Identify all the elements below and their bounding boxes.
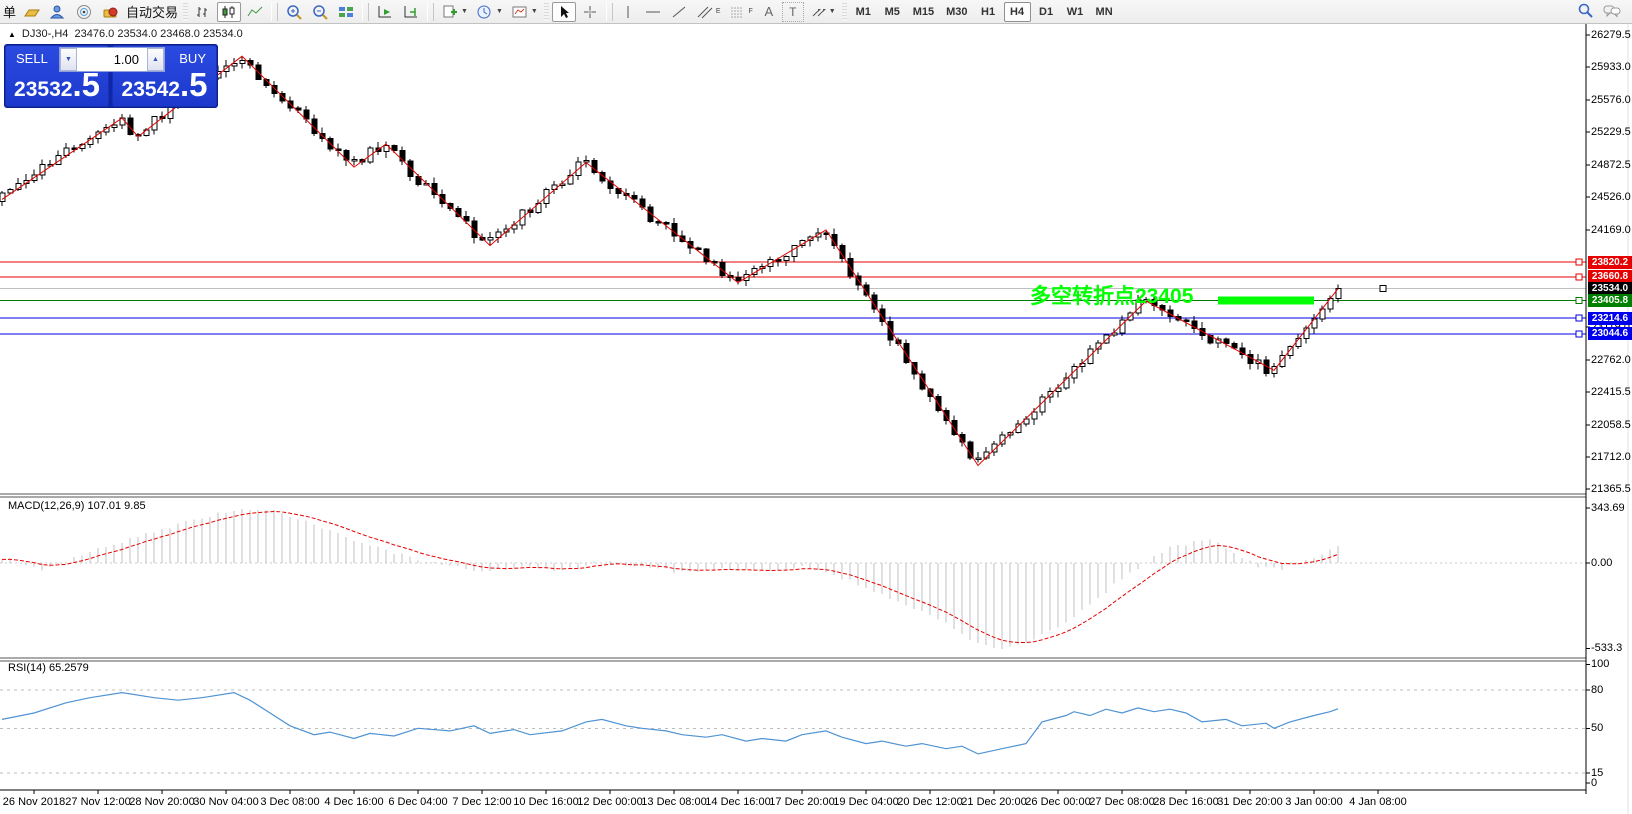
price-tag-23405.8: 23405.8 xyxy=(1588,294,1632,307)
price-axis-label: 22415.5 xyxy=(1591,386,1632,399)
time-axis-label: 26 Nov 2018 xyxy=(3,796,65,808)
price-axis-label: 21712.0 xyxy=(1591,451,1632,464)
time-axis-label: 27 Nov 12:00 xyxy=(65,796,130,808)
collapse-marker-icon[interactable]: ▲ xyxy=(8,30,16,39)
price-axis-label: 25576.0 xyxy=(1591,94,1632,107)
time-axis-label: 7 Dec 12:00 xyxy=(452,796,511,808)
time-axis-label: 14 Dec 16:00 xyxy=(705,796,770,808)
macd-histogram xyxy=(2,509,1338,649)
chart-title: ▲ DJ30-,H4 23476.0 23534.0 23468.0 23534.… xyxy=(8,28,243,40)
line-anchor-handle[interactable] xyxy=(1576,315,1582,321)
green-trend-segment[interactable] xyxy=(1218,296,1314,304)
rsi-axis-label: 50 xyxy=(1591,722,1632,735)
price-axis-label: 22762.0 xyxy=(1591,354,1632,367)
rsi-axis-label: 100 xyxy=(1591,658,1632,671)
time-axis-label: 28 Dec 16:00 xyxy=(1153,796,1218,808)
price-tag-23820.2: 23820.2 xyxy=(1588,256,1632,269)
price-axis-label: 24526.0 xyxy=(1591,191,1632,204)
zigzag-indicator-line[interactable] xyxy=(2,56,1338,465)
time-axis-label: 4 Dec 16:00 xyxy=(324,796,383,808)
mt4-window: 单 自动交易 xyxy=(0,0,1632,814)
time-axis-label: 30 Nov 04:00 xyxy=(193,796,258,808)
time-axis-label: 31 Dec 20:00 xyxy=(1217,796,1282,808)
price-axis-label: 26279.5 xyxy=(1591,29,1632,42)
rsi-axis-label: 0 xyxy=(1591,777,1632,790)
volume-increase-button[interactable]: ▲ xyxy=(147,48,164,71)
volume-input[interactable]: 1.00 xyxy=(77,48,147,71)
time-axis-label: 12 Dec 00:00 xyxy=(577,796,642,808)
time-axis-label: 6 Dec 04:00 xyxy=(388,796,447,808)
macd-axis-label: -533.3 xyxy=(1591,642,1632,655)
rsi-line xyxy=(2,693,1338,754)
sell-label: SELL xyxy=(16,51,48,66)
price-axis-label: 22058.5 xyxy=(1591,419,1632,432)
line-anchor-handle[interactable] xyxy=(1576,331,1582,337)
chart-symbol-period: DJ30-,H4 xyxy=(22,28,68,40)
time-axis-label: 27 Dec 08:00 xyxy=(1089,796,1154,808)
price-axis-label: 25933.0 xyxy=(1591,61,1632,74)
chart-window[interactable]: ▲ DJ30-,H4 23476.0 23534.0 23468.0 23534.… xyxy=(0,24,1632,814)
price-axis-label: 21365.5 xyxy=(1591,483,1632,496)
time-axis-label: 20 Dec 12:00 xyxy=(897,796,962,808)
line-anchor-handle[interactable] xyxy=(1576,259,1582,265)
chart-canvas[interactable] xyxy=(0,0,1632,814)
one-click-trading-panel: SELL 23532.5 BUY 23542.5 ▼ 1.00 ▲ xyxy=(4,44,218,108)
macd-axis-label: 343.69 xyxy=(1591,502,1632,515)
time-axis-label: 17 Dec 20:00 xyxy=(769,796,834,808)
macd-indicator-label: MACD(12,26,9) 107.01 9.85 xyxy=(8,500,146,512)
time-axis-label: 3 Dec 08:00 xyxy=(260,796,319,808)
buy-label: BUY xyxy=(179,51,206,66)
line-anchor-handle[interactable] xyxy=(1576,274,1582,280)
time-axis-label: 13 Dec 08:00 xyxy=(641,796,706,808)
price-axis-label: 25229.5 xyxy=(1591,126,1632,139)
price-axis-label: 24872.5 xyxy=(1591,159,1632,172)
chart-ohlc: 23476.0 23534.0 23468.0 23534.0 xyxy=(75,28,243,40)
price-tag-23044.6: 23044.6 xyxy=(1588,327,1632,340)
time-axis-label: 3 Jan 00:00 xyxy=(1285,796,1343,808)
buy-price: 23542.5 xyxy=(113,75,216,102)
volume-decrease-button[interactable]: ▼ xyxy=(60,48,77,71)
horizontal-lines[interactable] xyxy=(0,262,1586,334)
line-anchor-handle[interactable] xyxy=(1380,286,1386,292)
time-axis-label: 10 Dec 16:00 xyxy=(513,796,578,808)
time-axis-label: 26 Dec 00:00 xyxy=(1025,796,1090,808)
time-axis-label: 28 Nov 20:00 xyxy=(129,796,194,808)
chart-text-annotation[interactable]: 多空转折点23405 xyxy=(1030,280,1193,310)
time-axis-label: 4 Jan 08:00 xyxy=(1349,796,1407,808)
price-axis-label: 24169.0 xyxy=(1591,224,1632,237)
volume-box: ▼ 1.00 ▲ xyxy=(59,47,165,72)
line-anchor-handle[interactable] xyxy=(1576,297,1582,303)
macd-axis-label: 0.00 xyxy=(1591,557,1632,570)
sell-price: 23532.5 xyxy=(6,75,108,102)
time-axis-label: 21 Dec 20:00 xyxy=(961,796,1026,808)
candles xyxy=(0,57,1341,462)
rsi-axis-label: 80 xyxy=(1591,684,1632,697)
price-tag-23214.6: 23214.6 xyxy=(1588,312,1632,325)
time-axis-label: 19 Dec 04:00 xyxy=(833,796,898,808)
rsi-indicator-label: RSI(14) 65.2579 xyxy=(8,662,89,674)
